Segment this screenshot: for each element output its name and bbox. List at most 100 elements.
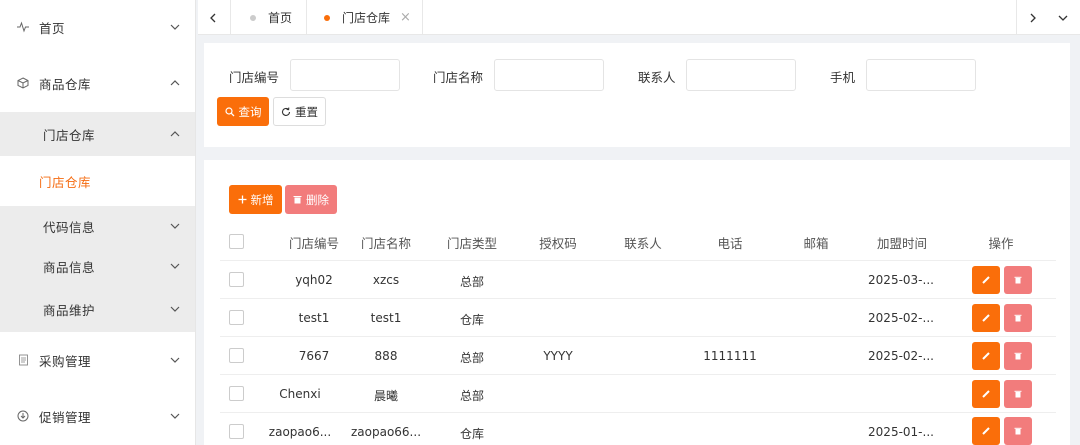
sidebar-item-home[interactable]: 首页 — [0, 8, 195, 46]
sidebar-item-code-info[interactable]: 代码信息 — [0, 206, 195, 246]
pencil-icon — [982, 390, 990, 398]
sidebar-item-label: 门店仓库 — [43, 127, 96, 143]
edit-button[interactable] — [972, 266, 1000, 294]
delete-row-button[interactable] — [1004, 266, 1032, 294]
query-button-label: 查询 — [238, 104, 262, 119]
close-icon[interactable]: × — [400, 10, 411, 25]
sidebar-item-label: 首页 — [39, 20, 66, 36]
table-cell: 7667 — [298, 349, 330, 363]
column-header[interactable]: 邮箱 — [803, 233, 828, 252]
tab-store-warehouse[interactable]: 门店仓库 × — [324, 0, 411, 35]
trash-icon — [1014, 314, 1022, 322]
table-cell: 2025-02-... — [868, 311, 934, 325]
chevron-down-icon — [170, 355, 180, 365]
add-button[interactable]: 新增 — [229, 185, 282, 214]
delete-button-label: 删除 — [306, 192, 329, 207]
column-header[interactable]: 联系人 — [624, 233, 662, 252]
divider — [422, 0, 423, 35]
table-cell: 总部 — [459, 275, 485, 289]
column-header[interactable]: 授权码 — [539, 233, 577, 252]
row-divider — [220, 298, 1056, 299]
tab-scroll-right-button[interactable] — [1018, 0, 1048, 35]
delete-row-button[interactable] — [1004, 380, 1032, 408]
trash-icon — [1014, 390, 1022, 398]
add-button-label: 新增 — [250, 192, 274, 207]
pencil-icon — [982, 276, 990, 284]
chevron-left-icon — [210, 13, 216, 22]
tab-bar: 首页 门店仓库 × — [198, 0, 1080, 35]
delete-button[interactable]: 删除 — [285, 185, 337, 214]
pencil-icon — [982, 314, 990, 322]
store-code-label: 门店编号 — [229, 70, 280, 85]
store-name-input[interactable] — [494, 59, 604, 91]
phone-label: 手机 — [830, 70, 856, 85]
sidebar-item-goods-maintenance[interactable]: 商品维护 — [0, 286, 195, 332]
sidebar-item-label: 代码信息 — [43, 219, 96, 235]
table-cell: test1 — [370, 311, 402, 325]
pulse-icon — [16, 20, 30, 34]
sidebar-item-promotion[interactable]: 促销管理 — [0, 397, 195, 435]
sidebar-item-purchase[interactable]: 采购管理 — [0, 341, 195, 379]
reset-button[interactable]: 重置 — [273, 97, 326, 126]
tab-status-dot — [250, 14, 256, 21]
row-divider — [220, 374, 1056, 375]
table-cell: zaopao6... — [268, 425, 332, 439]
table-cell: xzcs — [372, 273, 400, 287]
table-cell: test1 — [298, 311, 330, 325]
store-name-label: 门店名称 — [433, 70, 484, 85]
edit-button[interactable] — [972, 380, 1000, 408]
contact-input[interactable] — [686, 59, 796, 91]
sidebar-item-label: 采购管理 — [39, 353, 92, 369]
sidebar-item-store-warehouse[interactable]: 门店仓库 — [0, 158, 195, 204]
pencil-icon — [982, 352, 990, 360]
row-checkbox[interactable] — [229, 348, 244, 363]
sidebar-item-goods-warehouse[interactable]: 商品仓库 — [0, 64, 195, 102]
chevron-down-icon — [1058, 15, 1068, 21]
table-cell: 1111111 — [703, 349, 757, 363]
sidebar-item-label: 商品维护 — [43, 302, 96, 318]
document-icon — [16, 353, 30, 367]
sidebar-item-goods-info[interactable]: 商品信息 — [0, 246, 195, 286]
row-divider — [220, 260, 1056, 261]
edit-button[interactable] — [972, 417, 1000, 445]
table-cell: 仓库 — [459, 427, 485, 441]
table-cell: 总部 — [459, 351, 485, 365]
chevron-down-icon — [170, 22, 180, 32]
tab-status-dot — [324, 14, 330, 21]
sidebar-item-label: 门店仓库 — [39, 174, 92, 190]
store-code-input[interactable] — [290, 59, 400, 91]
delete-row-button[interactable] — [1004, 304, 1032, 332]
table-cell: zaopao66... — [350, 425, 422, 439]
tab-scroll-left-button[interactable] — [198, 0, 228, 35]
column-header[interactable]: 门店类型 — [447, 233, 497, 252]
phone-input[interactable] — [866, 59, 976, 91]
column-header[interactable]: 门店名称 — [361, 233, 411, 252]
sidebar-item-label: 促销管理 — [39, 409, 92, 425]
column-header[interactable]: 加盟时间 — [877, 233, 927, 252]
chevron-right-icon — [1030, 13, 1036, 22]
column-header[interactable]: 电话 — [717, 233, 742, 252]
row-divider — [220, 336, 1056, 337]
trash-icon — [1014, 427, 1022, 435]
cube-icon — [16, 76, 30, 90]
table-cell: 总部 — [459, 389, 485, 403]
select-all-checkbox[interactable] — [229, 234, 244, 249]
edit-button[interactable] — [972, 304, 1000, 332]
column-header[interactable]: 门店编号 — [289, 233, 339, 252]
divider — [306, 0, 307, 35]
tab-dropdown-button[interactable] — [1048, 0, 1078, 35]
edit-button[interactable] — [972, 342, 1000, 370]
tab-home[interactable]: 首页 — [250, 0, 292, 35]
row-checkbox[interactable] — [229, 424, 244, 439]
tab-label: 门店仓库 — [342, 11, 391, 25]
delete-row-button[interactable] — [1004, 342, 1032, 370]
table-cell: 2025-02-... — [868, 349, 934, 363]
sidebar-item-store-warehouse-group[interactable]: 门店仓库 — [0, 112, 195, 156]
query-button[interactable]: 查询 — [217, 97, 269, 126]
row-checkbox[interactable] — [229, 272, 244, 287]
row-checkbox[interactable] — [229, 386, 244, 401]
column-header: 操作 — [988, 236, 1014, 251]
chevron-up-icon — [170, 78, 180, 88]
delete-row-button[interactable] — [1004, 417, 1032, 445]
row-checkbox[interactable] — [229, 310, 244, 325]
